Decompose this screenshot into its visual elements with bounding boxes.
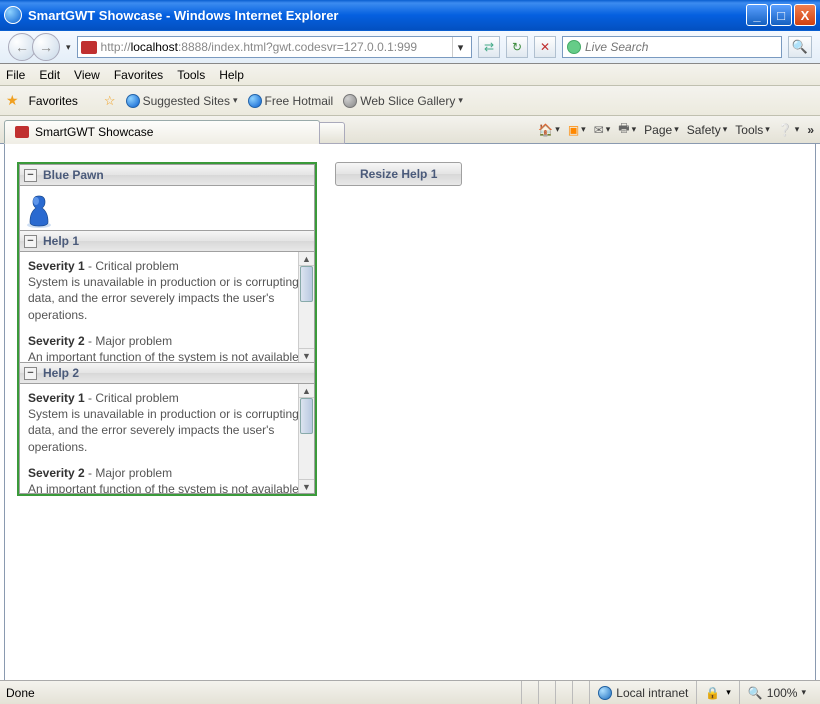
page-content: − Blue Pawn − Help 1 Severity 1 - Critic… xyxy=(4,144,816,680)
scroll-down-button[interactable]: ▼ xyxy=(299,479,314,493)
address-bar: ← → ▾ http://localhost:8888/index.html?g… xyxy=(0,30,820,64)
section-header-help2[interactable]: − Help 2 xyxy=(19,362,315,384)
scroll-thumb[interactable] xyxy=(300,398,313,434)
menu-view[interactable]: View xyxy=(74,68,100,82)
search-input[interactable] xyxy=(585,40,777,54)
tab-label: SmartGWT Showcase xyxy=(35,125,153,139)
print-button[interactable]: 🖶▾ xyxy=(618,119,636,140)
free-hotmail-link[interactable]: Free Hotmail xyxy=(248,94,334,108)
section-body-blue-pawn xyxy=(19,186,315,230)
page-menu[interactable]: Page▾ xyxy=(644,123,679,137)
scroll-up-button[interactable]: ▲ xyxy=(299,384,314,398)
maximize-button[interactable]: □ xyxy=(770,4,792,26)
url-field[interactable]: http://localhost:8888/index.html?gwt.cod… xyxy=(77,36,472,58)
section-header-help1[interactable]: − Help 1 xyxy=(19,230,315,252)
collapse-button[interactable]: − xyxy=(24,235,37,248)
ie-icon xyxy=(4,6,22,24)
zone-indicator[interactable]: Local intranet xyxy=(589,681,696,704)
status-bar: Done Local intranet 🔒▾ 🔍 100% ▾ xyxy=(0,680,820,704)
section-body-help1: Severity 1 - Critical problemSystem is u… xyxy=(19,252,315,362)
status-cell xyxy=(555,681,572,704)
status-text: Done xyxy=(6,686,35,700)
collapse-button[interactable]: − xyxy=(24,169,37,182)
menu-edit[interactable]: Edit xyxy=(39,68,60,82)
section-title: Help 1 xyxy=(43,234,79,248)
home-button[interactable]: 🏠▾ xyxy=(538,123,559,137)
web-slice-link[interactable]: Web Slice Gallery ▾ xyxy=(343,94,463,108)
bing-icon xyxy=(567,40,581,54)
favorites-button[interactable]: Favorites xyxy=(29,94,78,108)
new-tab-button[interactable] xyxy=(319,122,345,144)
search-box[interactable] xyxy=(562,36,782,58)
help2-text: Severity 1 - Critical problemSystem is u… xyxy=(20,384,314,494)
menu-bar: File Edit View Favorites Tools Help xyxy=(0,64,820,86)
star-icon: ★ xyxy=(6,92,19,109)
resize-help1-button[interactable]: Resize Help 1 xyxy=(335,162,462,186)
safety-menu[interactable]: Safety▾ xyxy=(687,123,728,137)
help1-scrollbar[interactable]: ▲ ▼ xyxy=(298,252,314,362)
url-dropdown[interactable]: ▾ xyxy=(452,37,468,57)
favorites-bar: ★ Favorites ☆ Suggested Sites ▾ Free Hot… xyxy=(0,86,820,116)
feeds-button[interactable]: ▣▾ xyxy=(568,123,586,137)
tab-bar: SmartGWT Showcase 🏠▾ ▣▾ ✉▾ 🖶▾ Page▾ Safe… xyxy=(0,116,820,144)
scroll-thumb[interactable] xyxy=(300,266,313,302)
tab-smartgwt[interactable]: SmartGWT Showcase xyxy=(4,120,320,144)
tab-page-icon xyxy=(15,126,29,138)
minimize-button[interactable]: _ xyxy=(746,4,768,26)
menu-help[interactable]: Help xyxy=(219,68,244,82)
help-button[interactable]: ❔▾ xyxy=(778,123,799,137)
forward-button[interactable]: → xyxy=(32,33,60,61)
ie-small-icon xyxy=(248,94,262,108)
tools-menu[interactable]: Tools▾ xyxy=(735,123,770,137)
stop-button[interactable]: ✕ xyxy=(534,36,556,58)
command-bar: 🏠▾ ▣▾ ✉▾ 🖶▾ Page▾ Safety▾ Tools▾ ❔▾ » xyxy=(538,119,814,140)
section-header-blue-pawn[interactable]: − Blue Pawn xyxy=(19,164,315,186)
protected-mode-button[interactable]: 🔒▾ xyxy=(696,681,738,704)
scroll-up-button[interactable]: ▲ xyxy=(299,252,314,266)
scroll-down-button[interactable]: ▼ xyxy=(299,348,314,362)
menu-favorites[interactable]: Favorites xyxy=(114,68,163,82)
add-fav-icon[interactable]: ☆ xyxy=(104,93,116,109)
status-cell xyxy=(572,681,589,704)
refresh-button[interactable]: ↻ xyxy=(506,36,528,58)
ie-small-icon xyxy=(343,94,357,108)
page-icon xyxy=(81,41,97,54)
pawn-icon xyxy=(24,190,54,228)
help2-scrollbar[interactable]: ▲ ▼ xyxy=(298,384,314,493)
zoom-control[interactable]: 🔍 100% ▾ xyxy=(739,681,814,704)
menu-tools[interactable]: Tools xyxy=(177,68,205,82)
section-title: Help 2 xyxy=(43,366,79,380)
status-cell xyxy=(521,681,538,704)
url-text: http://localhost:8888/index.html?gwt.cod… xyxy=(101,40,452,54)
section-title: Blue Pawn xyxy=(43,168,104,182)
mail-button[interactable]: ✉▾ xyxy=(594,123,611,137)
section-body-help2: Severity 1 - Critical problemSystem is u… xyxy=(19,384,315,494)
more-button[interactable]: » xyxy=(807,123,814,137)
search-go-button[interactable]: 🔍 xyxy=(788,36,812,58)
close-button[interactable]: X xyxy=(794,4,816,26)
collapse-button[interactable]: − xyxy=(24,367,37,380)
window-titlebar: SmartGWT Showcase - Windows Internet Exp… xyxy=(0,0,820,30)
ie-small-icon xyxy=(126,94,140,108)
history-dropdown[interactable]: ▾ xyxy=(66,42,71,53)
status-cell xyxy=(538,681,555,704)
window-title: SmartGWT Showcase - Windows Internet Exp… xyxy=(28,8,746,23)
menu-file[interactable]: File xyxy=(6,68,25,82)
section-stack: − Blue Pawn − Help 1 Severity 1 - Critic… xyxy=(17,162,317,496)
globe-icon xyxy=(598,686,612,700)
compat-button[interactable]: ⇄ xyxy=(478,36,500,58)
suggested-sites-link[interactable]: Suggested Sites ▾ xyxy=(126,94,238,108)
help1-text: Severity 1 - Critical problemSystem is u… xyxy=(20,252,314,362)
